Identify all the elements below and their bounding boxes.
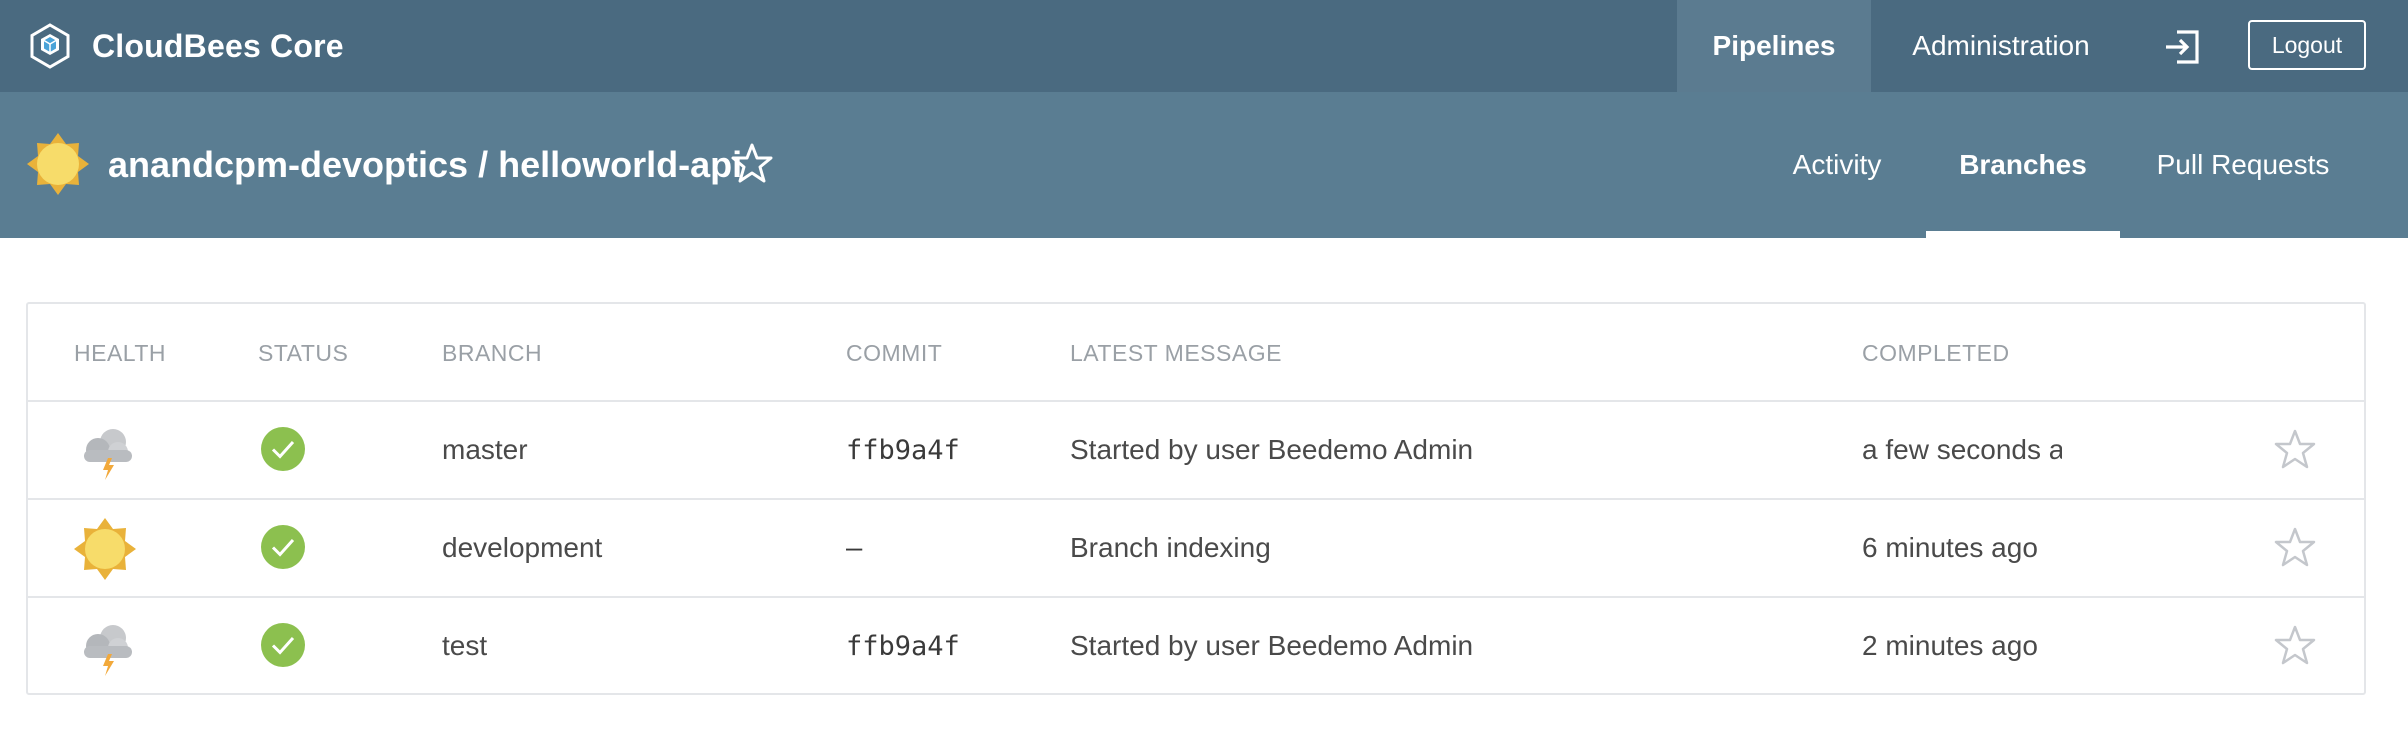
tab-pull-requests[interactable]: Pull Requests xyxy=(2140,92,2346,238)
table-header: HEALTH STATUS BRANCH COMMIT LATEST MESSA… xyxy=(28,304,2364,402)
storm-cloud-icon xyxy=(84,625,132,676)
tab-activity[interactable]: Activity xyxy=(1752,92,1922,238)
brand[interactable]: CloudBees Core xyxy=(26,19,344,73)
column-header-commit: COMMIT xyxy=(846,340,943,366)
success-check-icon xyxy=(261,623,305,667)
completed-time: 2 minutes ago xyxy=(1862,630,2038,661)
favorite-star-icon[interactable] xyxy=(731,142,773,184)
completed-time: 6 minutes ago xyxy=(1862,532,2038,563)
latest-message: Started by user Beedemo Admin xyxy=(1070,434,1474,465)
column-header-health: HEALTH xyxy=(74,340,167,366)
column-header-branch: BRANCH xyxy=(442,340,543,366)
favorite-star-icon[interactable] xyxy=(2274,526,2316,568)
completed-time: a few seconds ago xyxy=(1862,434,2062,465)
tab-branches[interactable]: Branches xyxy=(1926,92,2120,238)
latest-message: Branch indexing xyxy=(1070,532,1271,563)
table-row[interactable]: master ffb9a4f Started by user Beedemo A… xyxy=(28,402,2364,500)
column-header-status: STATUS xyxy=(258,340,349,366)
success-check-icon xyxy=(261,525,305,569)
column-header-completed: COMPLETED xyxy=(1862,340,2010,366)
top-header: CloudBees Core Pipelines Administration … xyxy=(0,0,2408,92)
branch-name[interactable]: development xyxy=(442,500,602,596)
logout-button[interactable]: Logout xyxy=(2248,20,2366,70)
branch-name[interactable]: master xyxy=(442,402,528,498)
sun-icon xyxy=(27,133,89,195)
pipeline-header: anandcpm-devoptics / helloworld-api Acti… xyxy=(0,92,2408,238)
commit-id[interactable]: ffb9a4f xyxy=(846,402,960,498)
sun-icon xyxy=(74,518,136,580)
nav-pipelines[interactable]: Pipelines xyxy=(1677,0,1871,92)
commit-id: – xyxy=(846,532,863,564)
pipeline-title[interactable]: anandcpm-devoptics / helloworld-api xyxy=(108,144,742,186)
favorite-star-icon[interactable] xyxy=(2274,428,2316,470)
table-row[interactable]: test ffb9a4f Started by user Beedemo Adm… xyxy=(28,598,2364,696)
branch-name[interactable]: test xyxy=(442,598,487,694)
success-check-icon xyxy=(261,427,305,471)
cloudbees-logo-icon xyxy=(30,23,70,69)
table-row[interactable]: development – Branch indexing 6 minutes … xyxy=(28,500,2364,598)
branches-table: HEALTH STATUS BRANCH COMMIT LATEST MESSA… xyxy=(26,302,2366,695)
nav-administration[interactable]: Administration xyxy=(1871,0,2131,92)
storm-cloud-icon xyxy=(84,429,132,480)
column-header-latest-message: LATEST MESSAGE xyxy=(1070,340,1282,366)
latest-message: Started by user Beedemo Admin xyxy=(1070,630,1474,661)
favorite-star-icon[interactable] xyxy=(2274,624,2316,666)
commit-id[interactable]: ffb9a4f xyxy=(846,598,960,694)
brand-name: CloudBees Core xyxy=(92,27,344,64)
exit-icon[interactable] xyxy=(2163,28,2203,66)
